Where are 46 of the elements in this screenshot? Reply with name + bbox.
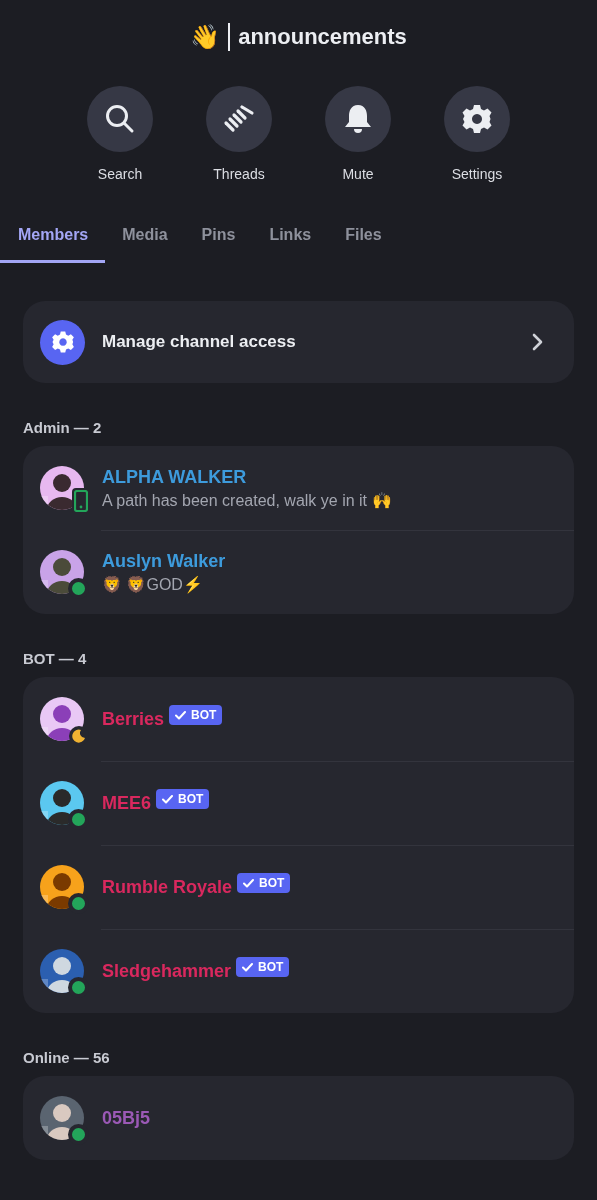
action-label: Settings xyxy=(451,166,503,182)
bot-label: BOT xyxy=(258,960,284,974)
member-name: Auslyn Walker xyxy=(102,550,226,572)
member-row[interactable]: Rumble Royale BOT xyxy=(23,845,574,929)
section-header: BOT — 4 xyxy=(23,650,88,667)
member-status-text: A path has been created, walk ye in it 🙌 xyxy=(102,490,392,510)
tab[interactable]: Links xyxy=(252,212,329,263)
bell-icon xyxy=(343,103,373,135)
tab[interactable]: Files xyxy=(328,212,399,263)
action-label: Search xyxy=(97,166,143,182)
threads-icon xyxy=(223,103,255,135)
channel-emoji: 👋 xyxy=(190,23,221,51)
check-icon xyxy=(162,794,174,804)
manage-access-row[interactable]: Manage channel access xyxy=(23,301,574,383)
member-name: Sledgehammer xyxy=(102,960,232,982)
member-row[interactable]: MEE6 BOT xyxy=(23,761,574,845)
member-row[interactable]: 05Bj5 xyxy=(23,1076,574,1160)
section-header: Online — 56 xyxy=(23,1049,111,1066)
channel-title: announcements xyxy=(238,24,407,50)
check-icon xyxy=(175,710,187,720)
bot-label: BOT xyxy=(259,876,285,890)
member-row[interactable]: ALPHA WALKER A path has been created, walk ye in it 🙌 xyxy=(23,446,574,530)
member-name: Berries xyxy=(102,708,165,730)
member-status-text: 🦁 🦁GOD⚡ xyxy=(102,574,204,594)
search-icon xyxy=(104,103,136,135)
member-name: ALPHA WALKER xyxy=(102,466,247,488)
action-label: Threads xyxy=(213,166,265,182)
member-row[interactable]: Berries BOT xyxy=(23,677,574,761)
check-icon xyxy=(243,878,255,888)
tab[interactable]: Pins xyxy=(184,212,253,263)
settings-icon xyxy=(461,103,493,135)
bot-label: BOT xyxy=(191,708,217,722)
bot-label: BOT xyxy=(178,792,204,806)
action-label: Mute xyxy=(342,166,374,182)
member-row[interactable]: Auslyn Walker 🦁 🦁GOD⚡ xyxy=(23,530,574,614)
tab[interactable]: Media xyxy=(105,212,185,263)
member-name: 05Bj5 xyxy=(102,1107,151,1129)
tab[interactable]: Members xyxy=(0,212,106,263)
phone-icon xyxy=(72,488,90,514)
member-name: MEE6 xyxy=(102,792,152,814)
check-icon xyxy=(242,962,254,972)
settings-icon xyxy=(40,319,85,365)
member-row[interactable]: Sledgehammer BOT xyxy=(23,929,574,1013)
member-name: Rumble Royale xyxy=(102,876,233,898)
section-header: Admin — 2 xyxy=(23,419,103,436)
chevron-right-icon xyxy=(532,333,544,351)
